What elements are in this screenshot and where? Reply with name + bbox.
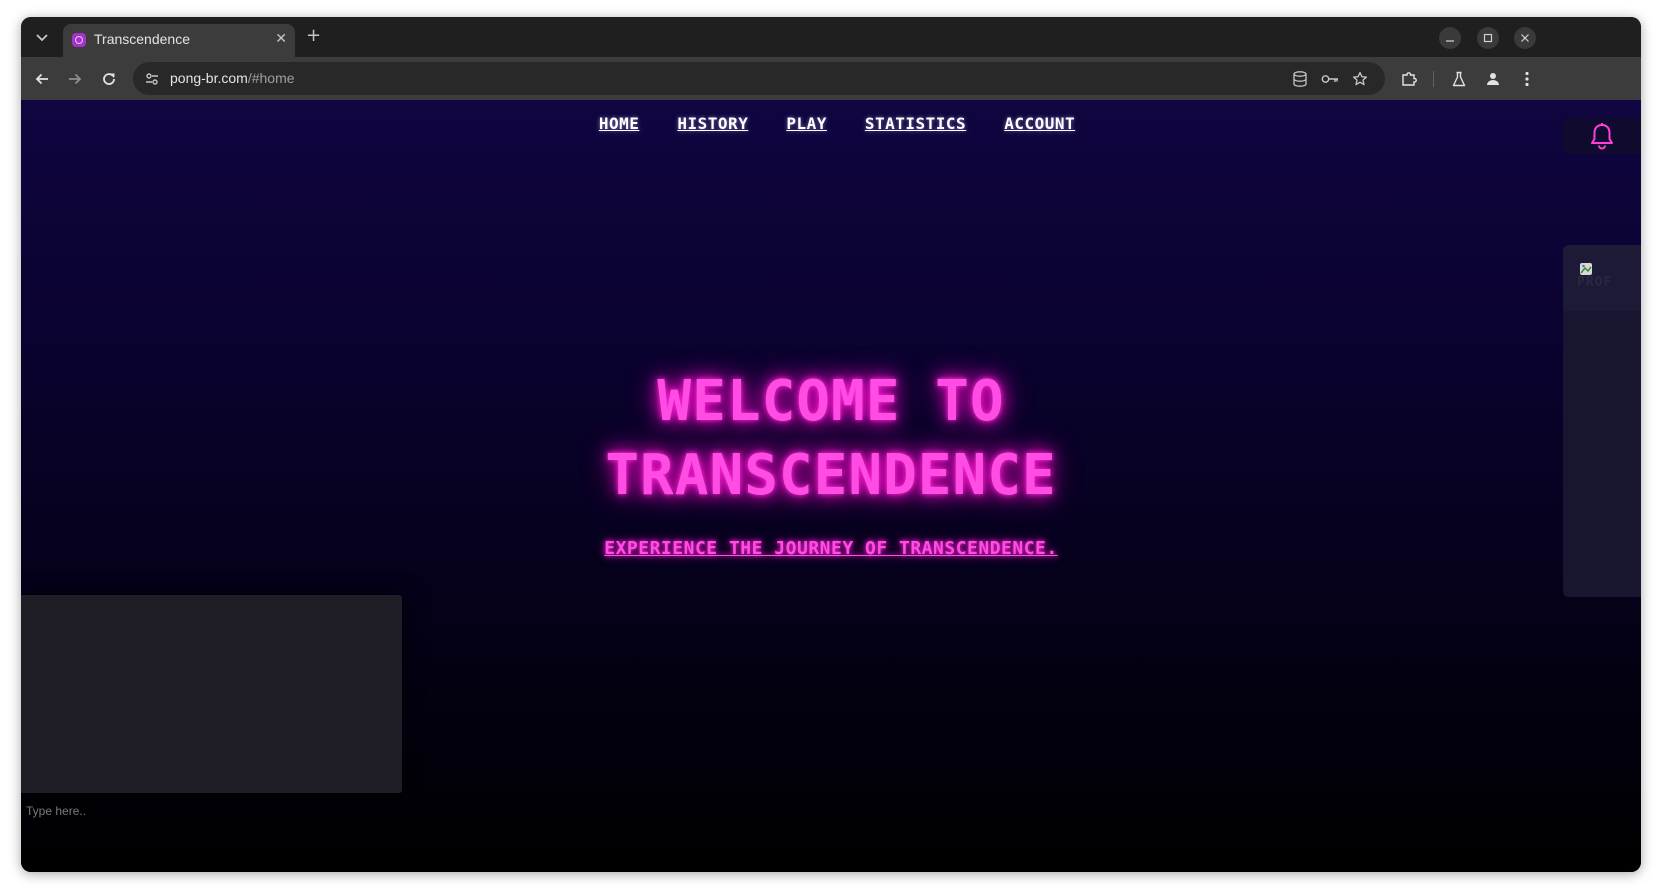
close-window-button[interactable] <box>1514 27 1536 49</box>
forward-arrow-right-icon[interactable] <box>63 67 87 91</box>
tab-close-icon[interactable]: ✕ <box>275 31 287 47</box>
chat-input[interactable] <box>21 797 409 825</box>
database-icon[interactable] <box>1291 70 1309 88</box>
hero-title: WELCOME TO TRANSCENDENCE <box>21 365 1641 513</box>
browser-window: Transcendence ✕ + pong-br.com/#home HOME… <box>21 17 1641 872</box>
browser-toolbar: pong-br.com/#home <box>21 57 1641 100</box>
new-tab-button[interactable]: + <box>306 26 321 46</box>
bell-icon <box>1591 123 1613 150</box>
nav-play[interactable]: PLAY <box>786 114 827 144</box>
person-icon[interactable] <box>1483 69 1503 89</box>
avatar-alt-text: PROF <box>1577 275 1613 290</box>
nav-home[interactable]: HOME <box>599 114 640 144</box>
puzzle-icon[interactable] <box>1399 69 1419 89</box>
kebab-menu-icon[interactable] <box>1517 69 1537 89</box>
minimize-button[interactable] <box>1439 27 1461 49</box>
maximize-button[interactable] <box>1477 27 1499 49</box>
nav-history[interactable]: HISTORY <box>677 114 748 144</box>
flask-icon[interactable] <box>1449 69 1469 89</box>
hero-title-line-1: WELCOME TO <box>657 369 1005 434</box>
hero-subtitle: EXPERIENCE THE JOURNEY OF TRANSCENDENCE. <box>604 538 1058 559</box>
tune-icon[interactable] <box>143 70 161 88</box>
key-icon[interactable] <box>1321 70 1339 88</box>
browser-tab[interactable]: Transcendence ✕ <box>63 24 295 57</box>
toolbar-divider <box>1433 71 1434 87</box>
profile-card[interactable]: PROF <box>1563 245 1641 311</box>
hero-title-line-2: TRANSCENDENCE <box>605 443 1057 508</box>
main-nav: HOME HISTORY PLAY STATISTICS ACCOUNT <box>21 114 1641 144</box>
back-arrow-left-icon[interactable] <box>30 67 54 91</box>
url-text: pong-br.com/#home <box>170 70 295 86</box>
broken-image-icon <box>1580 263 1592 275</box>
notification-button[interactable] <box>1563 118 1641 154</box>
transcendence-favicon-icon <box>72 33 86 47</box>
web-page: HOME HISTORY PLAY STATISTICS ACCOUNT PRO… <box>21 100 1641 872</box>
chat-messages-panel <box>21 595 402 793</box>
nav-statistics[interactable]: STATISTICS <box>865 114 966 144</box>
tab-title: Transcendence <box>94 31 190 47</box>
tab-list-chevron-down-icon[interactable] <box>29 25 55 51</box>
tab-strip: Transcendence ✕ + <box>21 17 1641 57</box>
nav-account[interactable]: ACCOUNT <box>1004 114 1075 144</box>
reload-icon[interactable] <box>97 67 121 91</box>
address-bar[interactable]: pong-br.com/#home <box>133 62 1385 95</box>
star-icon[interactable] <box>1351 70 1369 88</box>
